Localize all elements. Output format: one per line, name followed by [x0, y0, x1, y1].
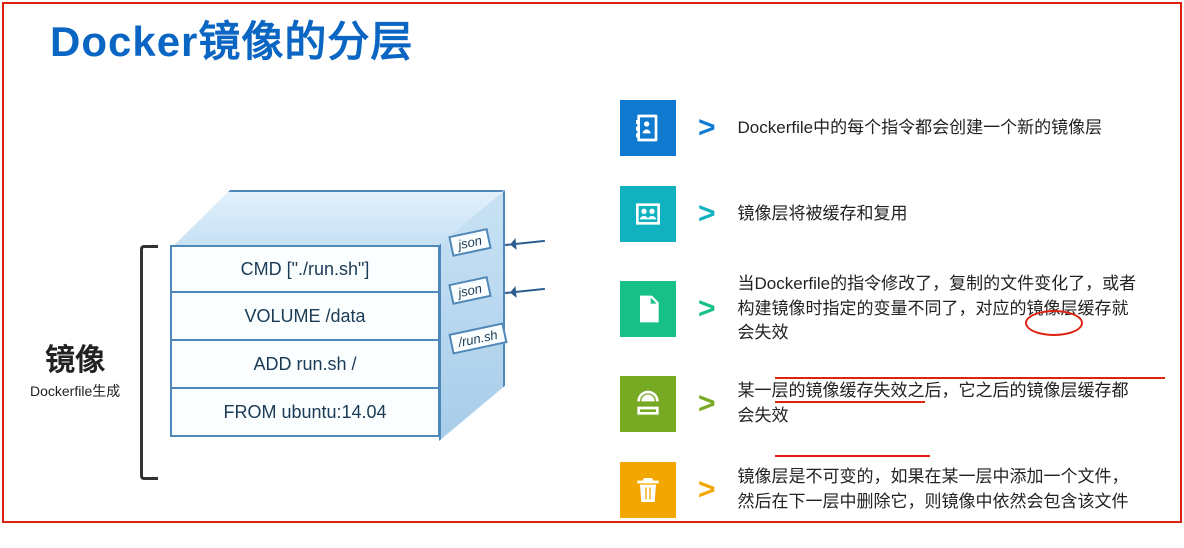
stack-side-label-big: 镜像: [30, 335, 120, 379]
chevron-right-icon: >: [698, 111, 716, 145]
point-row: > 某一层的镜像缓存失效之后，它之后的镜像层缓存都会失效: [620, 376, 1170, 432]
point-text: 某一层的镜像缓存失效之后，它之后的镜像层缓存都会失效: [738, 379, 1138, 428]
chevron-right-icon: >: [698, 197, 716, 231]
point-text: 镜像层将被缓存和复用: [738, 202, 908, 227]
point-text: 镜像层是不可变的，如果在某一层中添加一个文件，然后在下一层中删除它，则镜像中依然…: [738, 465, 1138, 514]
photo-people-icon: [620, 186, 676, 242]
stack-side-label: 镜像 Dockerfile生成: [30, 335, 120, 401]
slide-title: Docker镜像的分层: [50, 8, 413, 69]
point-text: 当Dockerfile的指令修改了，复制的文件变化了，或者构建镜像时指定的变量不…: [738, 272, 1138, 346]
document-icon: [620, 281, 676, 337]
chevron-right-icon: >: [698, 473, 716, 507]
layer-cmd: CMD ["./run.sh"]: [170, 245, 440, 293]
layer-stack-figure: 镜像 Dockerfile生成 CMD ["./run.sh"] VOLUME …: [30, 160, 600, 500]
point-row: > 镜像层是不可变的，如果在某一层中添加一个文件，然后在下一层中删除它，则镜像中…: [620, 462, 1170, 518]
stack-layers: CMD ["./run.sh"] VOLUME /data ADD run.sh…: [170, 245, 440, 437]
point-row: > Dockerfile中的每个指令都会创建一个新的镜像层: [620, 100, 1170, 156]
stack-side-label-small: Dockerfile生成: [30, 381, 120, 401]
layer-add: ADD run.sh /: [170, 341, 440, 389]
layer-volume: VOLUME /data: [170, 293, 440, 341]
curly-bracket: [140, 245, 158, 480]
chevron-right-icon: >: [698, 292, 716, 326]
point-row: > 当Dockerfile的指令修改了，复制的文件变化了，或者构建镜像时指定的变…: [620, 272, 1170, 346]
layer-from: FROM ubuntu:14.04: [170, 389, 440, 437]
point-row: > 镜像层将被缓存和复用: [620, 186, 1170, 242]
layer-stack: CMD ["./run.sh"] VOLUME /data ADD run.sh…: [170, 160, 500, 490]
arrow-left-icon: [505, 288, 545, 294]
point-text: Dockerfile中的每个指令都会创建一个新的镜像层: [738, 116, 1103, 141]
globe-monitor-icon: [620, 376, 676, 432]
contact-book-icon: [620, 100, 676, 156]
points-list: > Dockerfile中的每个指令都会创建一个新的镜像层 > 镜像层将被缓存和…: [620, 100, 1170, 548]
trash-icon: [620, 462, 676, 518]
chevron-right-icon: >: [698, 387, 716, 421]
